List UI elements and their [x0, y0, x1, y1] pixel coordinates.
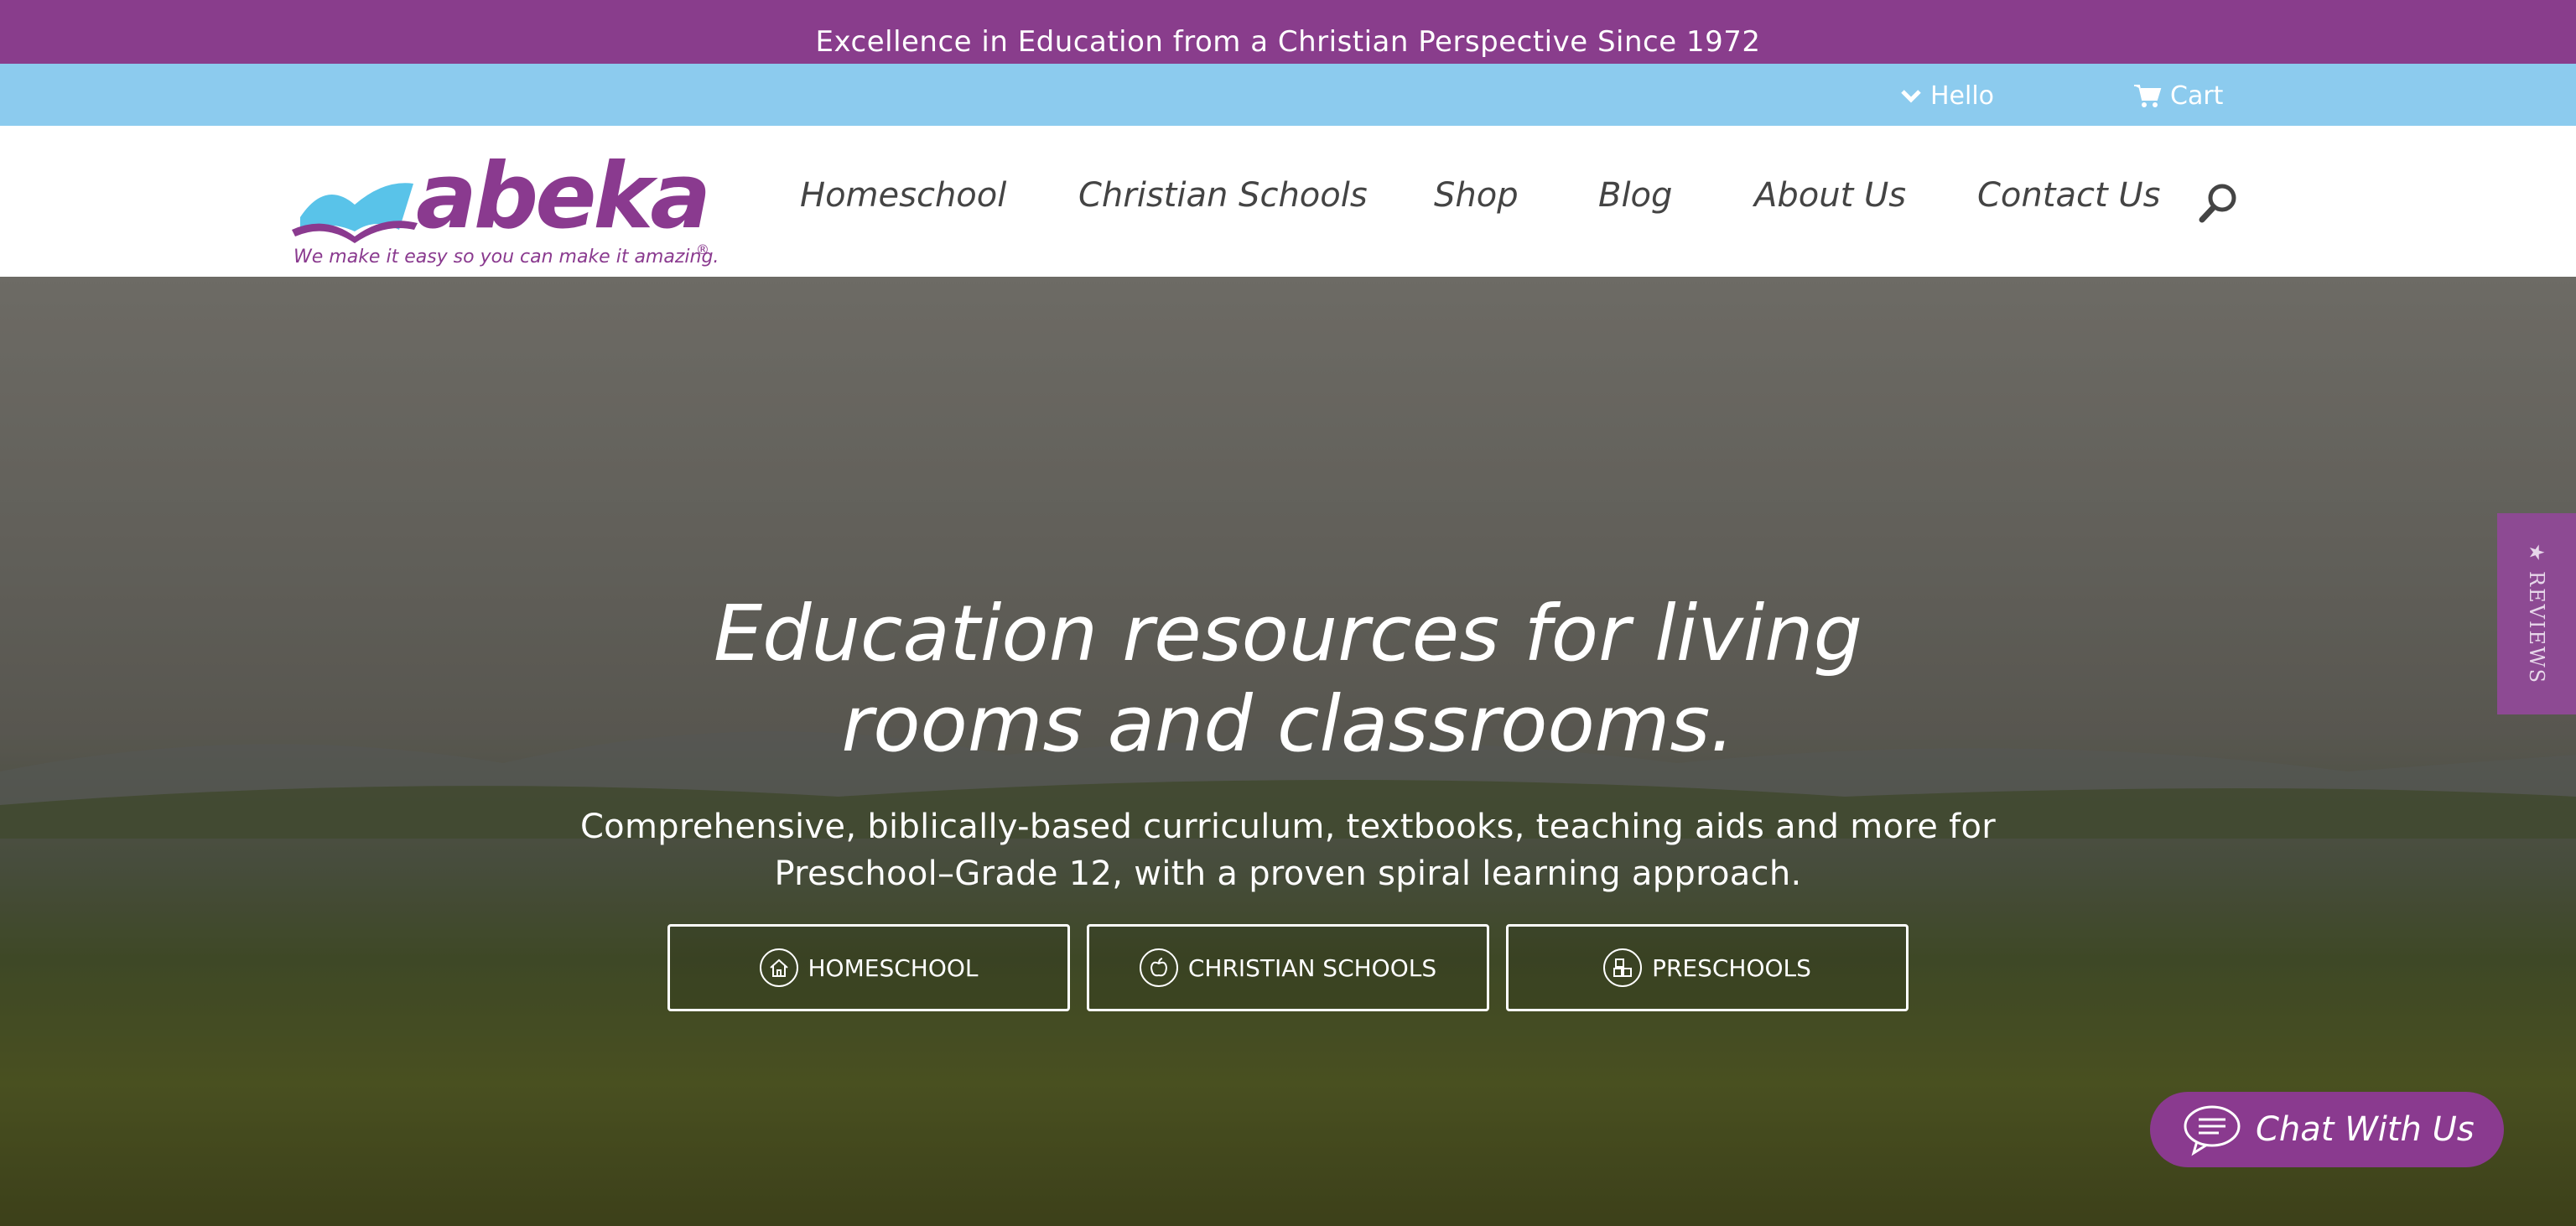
- christian-schools-button-label: CHRISTIAN SCHOOLS: [1187, 953, 1437, 982]
- logo-wordmark: abeka: [416, 144, 711, 249]
- announcement-bar: Excellence in Education from a Christian…: [0, 0, 2576, 64]
- hero-section: Education resources for living rooms and…: [0, 277, 2576, 1226]
- logo-tagline: We make it easy so you can make it amazi…: [293, 247, 719, 268]
- announcement-text: Excellence in Education from a Christian…: [815, 25, 1761, 59]
- preschools-button[interactable]: PRESCHOOLS: [1506, 924, 1909, 1011]
- house-icon: [759, 948, 798, 987]
- apple-icon: [1139, 948, 1178, 987]
- hero-title-line2: rooms and classrooms.: [841, 679, 1735, 769]
- chat-bubble-icon: [2184, 1105, 2241, 1156]
- hero-subtitle: Comprehensive, biblically-based curricul…: [0, 803, 2576, 897]
- homeschool-button-label: HOMESCHOOL: [808, 953, 979, 982]
- search-icon: [2199, 184, 2236, 223]
- preschools-button-label: PRESCHOOLS: [1652, 953, 1811, 982]
- hello-label: Hello: [1930, 81, 1995, 111]
- site-header: abeka ® We make it easy so you can make …: [0, 126, 2576, 277]
- nav-blog[interactable]: Blog: [1598, 176, 1672, 215]
- reviews-tab-label: ★ REVIEWS: [2525, 543, 2548, 685]
- nav-homeschool[interactable]: Homeschool: [800, 176, 1006, 215]
- cart-link[interactable]: Cart: [2133, 79, 2223, 112]
- reviews-tab[interactable]: ★ REVIEWS: [2497, 513, 2576, 714]
- nav-contact-us[interactable]: Contact Us: [1977, 176, 2160, 215]
- hero-title: Education resources for living rooms and…: [0, 589, 2576, 770]
- chat-with-us-button[interactable]: Chat With Us: [2150, 1092, 2504, 1167]
- cart-icon: [2134, 85, 2162, 107]
- open-book-icon: [292, 183, 418, 243]
- hero-subtitle-line2: Preschool–Grade 12, with a proven spiral…: [774, 855, 1802, 893]
- chevron-down-icon: [1901, 90, 1921, 103]
- chat-button-label: Chat With Us: [2256, 1110, 2475, 1149]
- hero-subtitle-line1: Comprehensive, biblically-based curricul…: [579, 808, 1997, 846]
- nav-shop[interactable]: Shop: [1434, 176, 1519, 215]
- homeschool-button[interactable]: HOMESCHOOL: [667, 924, 1070, 1011]
- christian-schools-button[interactable]: CHRISTIAN SCHOOLS: [1087, 924, 1489, 1011]
- utility-bar: Hello Cart: [0, 64, 2576, 126]
- abeka-logo[interactable]: abeka ® We make it easy so you can make …: [292, 144, 719, 277]
- account-hello-menu[interactable]: Hello: [1900, 79, 1994, 112]
- nav-about-us[interactable]: About Us: [1754, 176, 1906, 215]
- blocks-icon: [1603, 948, 1643, 987]
- search-button[interactable]: [2197, 181, 2241, 225]
- nav-christian-schools[interactable]: Christian Schools: [1078, 176, 1368, 215]
- cart-label: Cart: [2170, 81, 2224, 111]
- hero-title-line1: Education resources for living: [714, 589, 1862, 678]
